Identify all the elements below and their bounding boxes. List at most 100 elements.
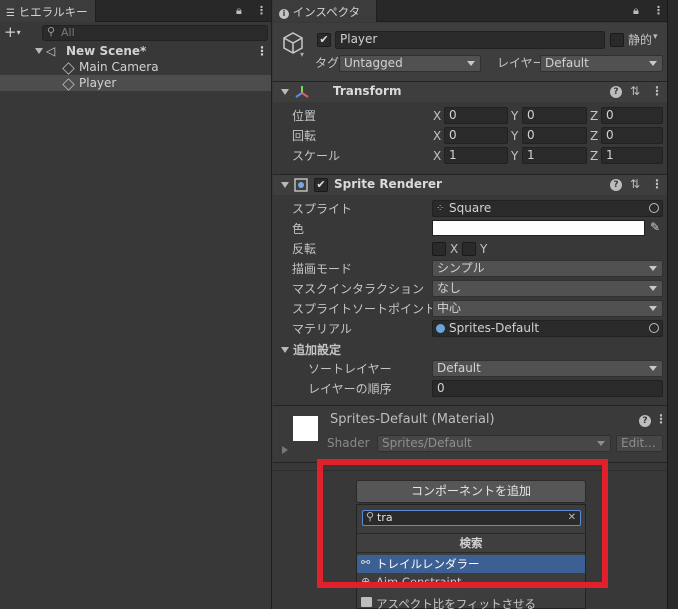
- active-checkbox[interactable]: ✔: [317, 33, 331, 47]
- list-item[interactable]: Player: [0, 75, 271, 91]
- sprite-renderer-enabled-checkbox[interactable]: ✔: [314, 178, 328, 192]
- more-menu-icon[interactable]: ⋮: [653, 4, 664, 17]
- preset-icon[interactable]: ⇅: [630, 177, 640, 191]
- shader-dropdown[interactable]: Sprites/Default: [377, 435, 611, 452]
- position-z-input[interactable]: 0: [601, 107, 663, 124]
- more-menu-icon[interactable]: ⋮: [256, 4, 267, 17]
- shader-label: Shader: [327, 436, 370, 450]
- rotation-y-input[interactable]: 0: [522, 127, 587, 144]
- transform-header[interactable]: Transform ? ⇅ ⋮: [273, 82, 667, 102]
- scale-z-input[interactable]: 1: [601, 147, 663, 164]
- expand-arrow-icon[interactable]: [281, 182, 289, 188]
- draw-mode-label: 描画モード: [292, 262, 353, 276]
- position-y-input[interactable]: 0: [522, 107, 587, 124]
- scale-label: スケール: [292, 149, 341, 163]
- scale-y-input[interactable]: 1: [522, 147, 587, 164]
- list-item[interactable]: Main Camera: [0, 59, 271, 75]
- tag-value: Untagged: [344, 56, 403, 70]
- draw-mode-dropdown[interactable]: シンプル: [432, 260, 663, 277]
- order-in-layer-label: レイヤーの順序: [308, 382, 392, 396]
- chevron-down-icon[interactable]: ▾: [653, 32, 658, 42]
- sprite-asset-icon: ⁘: [436, 203, 445, 214]
- sprite-renderer-header[interactable]: ✔ Sprite Renderer ? ⇅ ⋮: [273, 175, 667, 195]
- preset-icon[interactable]: ⇅: [630, 84, 640, 98]
- component-menu-icon[interactable]: ⋮: [651, 177, 663, 191]
- position-x-input[interactable]: 0: [444, 107, 508, 124]
- expand-arrow-icon[interactable]: [281, 89, 289, 95]
- tab-inspector[interactable]: i インスペクター: [273, 0, 377, 35]
- mask-interaction-dropdown[interactable]: なし: [432, 280, 663, 297]
- chevron-down-icon[interactable]: ▾: [300, 50, 304, 59]
- sorting-layer-dropdown[interactable]: Default: [432, 360, 663, 377]
- flip-y-checkbox[interactable]: [462, 242, 476, 256]
- inspector-tabbar: i インスペクター 🔒︎ ⋮: [273, 0, 667, 35]
- mask-interaction-label: マスクインタラクション: [292, 282, 425, 296]
- axis-x-label: X: [433, 109, 442, 123]
- expand-arrow-icon[interactable]: [282, 446, 288, 454]
- rotation-z-input[interactable]: 0: [601, 127, 663, 144]
- object-name-input[interactable]: Player: [335, 31, 605, 49]
- material-object-field[interactable]: Sprites-Default: [432, 320, 663, 337]
- flip-x-checkbox[interactable]: [432, 242, 446, 256]
- sprite-renderer-icon: [294, 178, 308, 192]
- tag-label: タグ: [315, 56, 340, 70]
- layer-dropdown[interactable]: Default: [540, 55, 663, 72]
- help-icon[interactable]: ?: [610, 86, 622, 98]
- flip-x-label: X: [450, 242, 459, 256]
- expand-arrow-icon[interactable]: [281, 347, 289, 353]
- material-asset-icon: [436, 324, 445, 333]
- axis-x-label: X: [433, 149, 442, 163]
- add-object-button[interactable]: +▾: [4, 24, 21, 41]
- hierarchy-search-placeholder: All: [61, 26, 75, 39]
- object-picker-icon[interactable]: [649, 323, 659, 333]
- axis-y-label: Y: [511, 149, 519, 163]
- axis-z-label: Z: [590, 129, 599, 143]
- expand-arrow-icon[interactable]: [35, 48, 43, 54]
- lock-icon[interactable]: 🔒︎: [633, 4, 639, 18]
- sort-point-dropdown[interactable]: 中心: [432, 300, 663, 317]
- object-picker-icon[interactable]: [649, 203, 659, 213]
- sprite-value: Square: [449, 201, 492, 215]
- component-menu-icon[interactable]: ⋮: [651, 84, 663, 98]
- axis-z-label: Z: [590, 109, 599, 123]
- material-menu-icon[interactable]: ⋮: [655, 412, 667, 426]
- color-swatch[interactable]: [432, 220, 645, 236]
- rotation-x-input[interactable]: 0: [444, 127, 508, 144]
- material-preview: [293, 416, 318, 441]
- additional-settings-label[interactable]: 追加設定: [293, 342, 341, 358]
- list-item-label: Player: [79, 76, 117, 90]
- flip-label: 反転: [292, 242, 317, 256]
- sort-point-value: 中心: [437, 301, 462, 315]
- adjacent-panel-edge: [667, 0, 678, 609]
- tab-hierarchy[interactable]: ☰ ヒエラルキー: [0, 0, 96, 22]
- position-label: 位置: [292, 109, 317, 123]
- scene-menu-icon[interactable]: ⋮: [256, 43, 268, 59]
- order-in-layer-input[interactable]: 0: [432, 380, 663, 397]
- transform-title: Transform: [333, 84, 402, 98]
- hierarchy-search-input[interactable]: ⚲ All: [42, 25, 268, 41]
- static-checkbox[interactable]: [610, 33, 624, 47]
- help-icon[interactable]: ?: [639, 415, 651, 427]
- list-item-label: Main Camera: [79, 60, 159, 74]
- lock-icon[interactable]: 🔒︎: [236, 4, 242, 18]
- tag-dropdown[interactable]: Untagged: [339, 55, 481, 72]
- eyedropper-icon[interactable]: ✎: [650, 220, 660, 234]
- scene-row[interactable]: ◁ New Scene* ⋮: [0, 43, 271, 59]
- help-icon[interactable]: ?: [610, 179, 622, 191]
- list-item[interactable]: アスペクト比をフィットさせる: [357, 595, 585, 609]
- material-value: Sprites-Default: [449, 321, 540, 335]
- list-icon: ☰: [6, 8, 15, 19]
- mask-interaction-value: なし: [437, 281, 462, 295]
- edit-shader-button[interactable]: Edit...: [616, 435, 663, 452]
- info-icon: i: [279, 9, 289, 19]
- sorting-layer-label: ソートレイヤー: [308, 362, 392, 376]
- gameobject-icon: [62, 77, 79, 93]
- flip-y-label: Y: [480, 242, 488, 256]
- axis-y-label: Y: [511, 129, 519, 143]
- sprite-object-field[interactable]: ⁘ Square: [432, 200, 663, 217]
- static-label: 静的: [628, 33, 653, 47]
- hierarchy-tabbar: ☰ ヒエラルキー 🔒︎ ⋮: [0, 0, 271, 22]
- scale-x-input[interactable]: 1: [444, 147, 508, 164]
- tab-hierarchy-label: ヒエラルキー: [18, 5, 88, 19]
- rotation-label: 回転: [292, 129, 317, 143]
